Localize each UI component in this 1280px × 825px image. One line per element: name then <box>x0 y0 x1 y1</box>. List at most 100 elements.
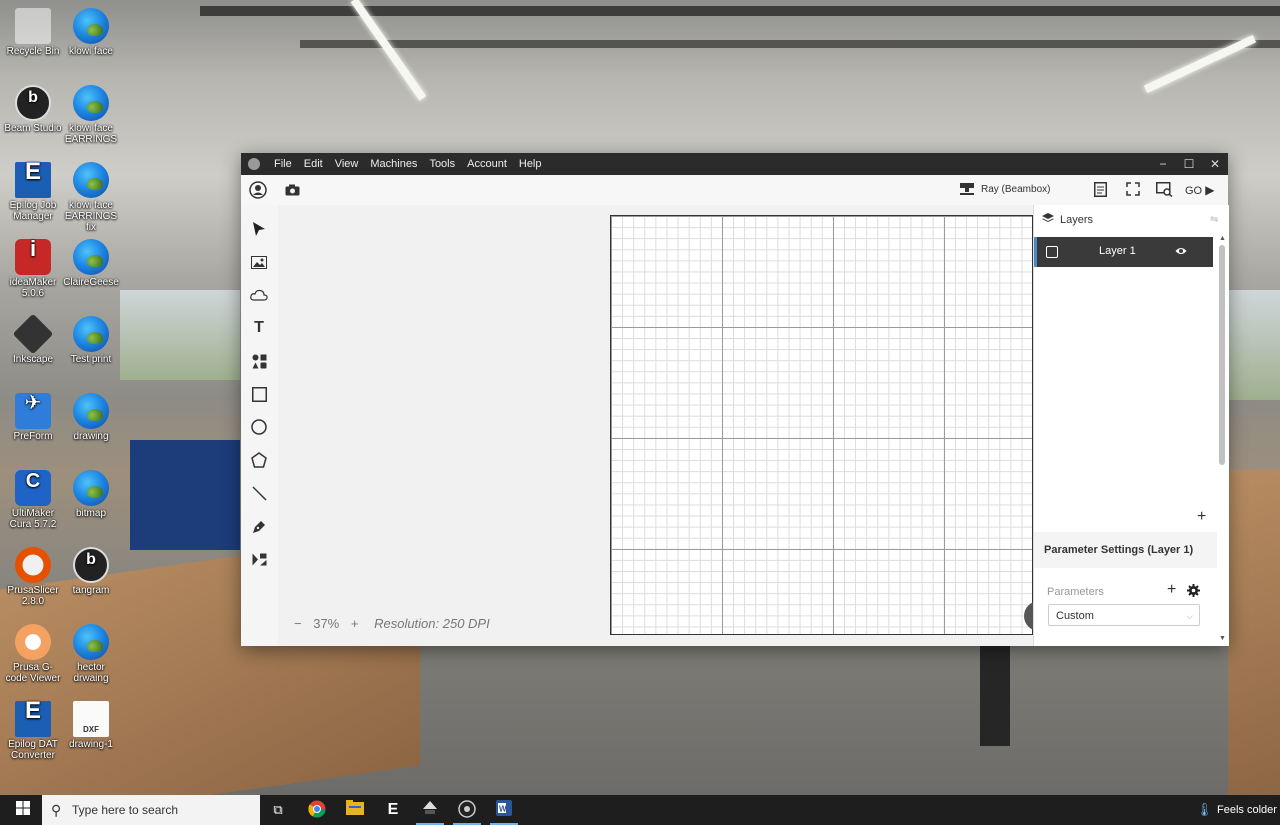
parameter-preset-select[interactable]: Custom ⌵ <box>1048 604 1200 626</box>
workbench <box>1228 470 1280 795</box>
layer-checkbox[interactable] <box>1046 246 1058 258</box>
menu-account[interactable]: Account <box>461 158 513 170</box>
beam-studio-taskbar-icon[interactable] <box>453 800 481 825</box>
desktop-icon[interactable]: hector drwaing <box>62 624 120 684</box>
parameter-settings-header: Parameter Settings (Layer 1) <box>1034 532 1217 568</box>
task-view-icon[interactable]: ⧉ <box>268 800 288 820</box>
desktop-icon[interactable]: PrusaSlicer 2.8.0 <box>4 547 62 607</box>
desktop-icon[interactable]: klowi face <box>62 8 120 57</box>
desktop-icon-label: PreForm <box>13 431 53 442</box>
add-layer-button[interactable]: + <box>1197 508 1206 526</box>
camera-icon[interactable] <box>285 183 300 199</box>
layer-row[interactable]: Layer 1 <box>1034 237 1213 267</box>
edge-icon <box>73 470 109 506</box>
weather-text[interactable]: Feels colder <box>1217 804 1277 816</box>
go-label: GO <box>1185 185 1203 197</box>
desktop-icon[interactable]: ideaMaker 5.0.6 <box>4 239 62 299</box>
cloud-icon[interactable] <box>250 286 268 304</box>
edge-icon <box>73 239 109 275</box>
edge-icon <box>73 624 109 660</box>
menu-tools[interactable]: Tools <box>423 158 461 170</box>
canvas-area[interactable]: − 37% + Resolution: 250 DPI ⏱ <box>278 205 1054 646</box>
desktop-icon-label: klowi face EARRINGS fix <box>64 200 118 233</box>
panel-toggle-icon[interactable]: ⇋ <box>1210 214 1218 225</box>
window-view <box>120 290 240 380</box>
pen-tool-icon[interactable] <box>250 517 268 535</box>
parameter-preset-value: Custom <box>1056 610 1094 622</box>
file-explorer-icon[interactable] <box>345 800 365 820</box>
desktop-icon[interactable]: drawing <box>62 393 120 442</box>
eye-icon[interactable] <box>1175 245 1187 259</box>
parameter-settings-gear-icon[interactable] <box>1187 584 1200 600</box>
desktop-icon[interactable]: tangram <box>62 547 120 596</box>
scroll-up-icon[interactable]: ▲ <box>1219 235 1226 242</box>
search-icon: ⚲ <box>51 802 62 818</box>
chevron-down-icon: ⌵ <box>1186 611 1193 621</box>
menu-edit[interactable]: Edit <box>298 158 329 170</box>
select-tool-icon[interactable] <box>250 220 268 238</box>
desktop-icon[interactable]: Recycle Bin <box>4 8 62 57</box>
machine-select[interactable]: Ray (Beambox) <box>981 184 1050 195</box>
desktop-icon-label: Epilog DAT Converter <box>8 739 58 761</box>
text-tool-icon[interactable]: T <box>250 319 268 337</box>
beam-studio-logo-icon <box>248 158 260 170</box>
add-parameter-icon[interactable]: + <box>1167 581 1176 599</box>
menu-file[interactable]: File <box>268 158 298 170</box>
minimize-icon[interactable]: − <box>1150 153 1176 175</box>
word-icon[interactable]: W <box>490 800 518 825</box>
zoom-in-button[interactable]: + <box>351 616 359 631</box>
menu-machines[interactable]: Machines <box>364 158 423 170</box>
inkscape-icon <box>12 313 54 355</box>
taskbar-search-box[interactable]: ⚲ Type here to search <box>42 795 260 825</box>
menu-help[interactable]: Help <box>513 158 548 170</box>
desktop-icon[interactable]: Prusa G-code Viewer <box>4 624 62 684</box>
image-tool-icon[interactable] <box>250 253 268 271</box>
layers-header: Layers ⇋ <box>1034 205 1229 235</box>
desktop-icon-label: klowi face <box>69 46 113 57</box>
desktop-icon[interactable]: PreForm <box>4 393 62 442</box>
windows-start-icon[interactable] <box>13 800 33 820</box>
chrome-icon[interactable] <box>307 800 327 820</box>
line-tool-icon[interactable] <box>250 484 268 502</box>
elements-icon[interactable] <box>250 352 268 370</box>
layers-scrollbar[interactable] <box>1219 245 1225 465</box>
user-account-icon[interactable] <box>249 181 267 202</box>
go-button[interactable]: GO ▶ <box>1185 183 1214 197</box>
laser-machine-icon[interactable] <box>959 182 975 199</box>
inkscape-taskbar-icon[interactable] <box>416 800 444 825</box>
desktop-icon[interactable]: Beam Studio <box>4 85 62 134</box>
zoom-controls: − 37% + Resolution: 250 DPI <box>294 616 498 631</box>
workarea-grid[interactable] <box>610 215 1033 635</box>
desktop-icon[interactable]: UltiMaker Cura 5.7.2 <box>4 470 62 530</box>
desktop-icon[interactable]: Test print <box>62 316 120 365</box>
scroll-down-icon[interactable]: ▼ <box>1219 635 1226 642</box>
document-settings-icon[interactable] <box>1094 182 1107 200</box>
desktop-icon[interactable]: drawing-1 <box>62 701 120 750</box>
desktop-icon[interactable]: Epilog DAT Converter <box>4 701 62 761</box>
desktop-icon[interactable]: ClaireGeese <box>62 239 120 288</box>
polygon-tool-icon[interactable] <box>250 451 268 469</box>
rectangle-tool-icon[interactable] <box>250 385 268 403</box>
menu-view[interactable]: View <box>329 158 365 170</box>
desktop-icon[interactable]: klowi face EARRINGS <box>62 85 120 145</box>
window-view <box>1228 290 1280 400</box>
tool-palette: T <box>241 205 278 646</box>
maximize-icon[interactable]: ☐ <box>1176 153 1202 175</box>
layer-name[interactable]: Layer 1 <box>1099 245 1136 257</box>
ellipse-tool-icon[interactable] <box>250 418 268 436</box>
dmkt-icon[interactable] <box>250 550 268 568</box>
layers-title: Layers <box>1060 214 1094 226</box>
edge-icon <box>73 316 109 352</box>
desktop-icon[interactable]: klowi face EARRINGS fix <box>62 162 120 233</box>
preview-icon[interactable] <box>1156 182 1173 200</box>
close-icon[interactable]: ✕ <box>1202 153 1228 175</box>
epilog-taskbar-icon[interactable]: E <box>383 800 403 820</box>
desktop-icon[interactable]: Inkscape <box>4 313 62 365</box>
zoom-out-button[interactable]: − <box>294 616 302 631</box>
weather-icon[interactable]: 🌡 <box>1196 802 1213 818</box>
desktop-icon[interactable]: bitmap <box>62 470 120 519</box>
desktop-icon-label: PrusaSlicer 2.8.0 <box>7 585 59 607</box>
frame-icon[interactable] <box>1126 182 1140 199</box>
desktop-icon-label: drawing-1 <box>69 739 113 750</box>
desktop-icon[interactable]: Epilog Job Manager <box>4 162 62 222</box>
